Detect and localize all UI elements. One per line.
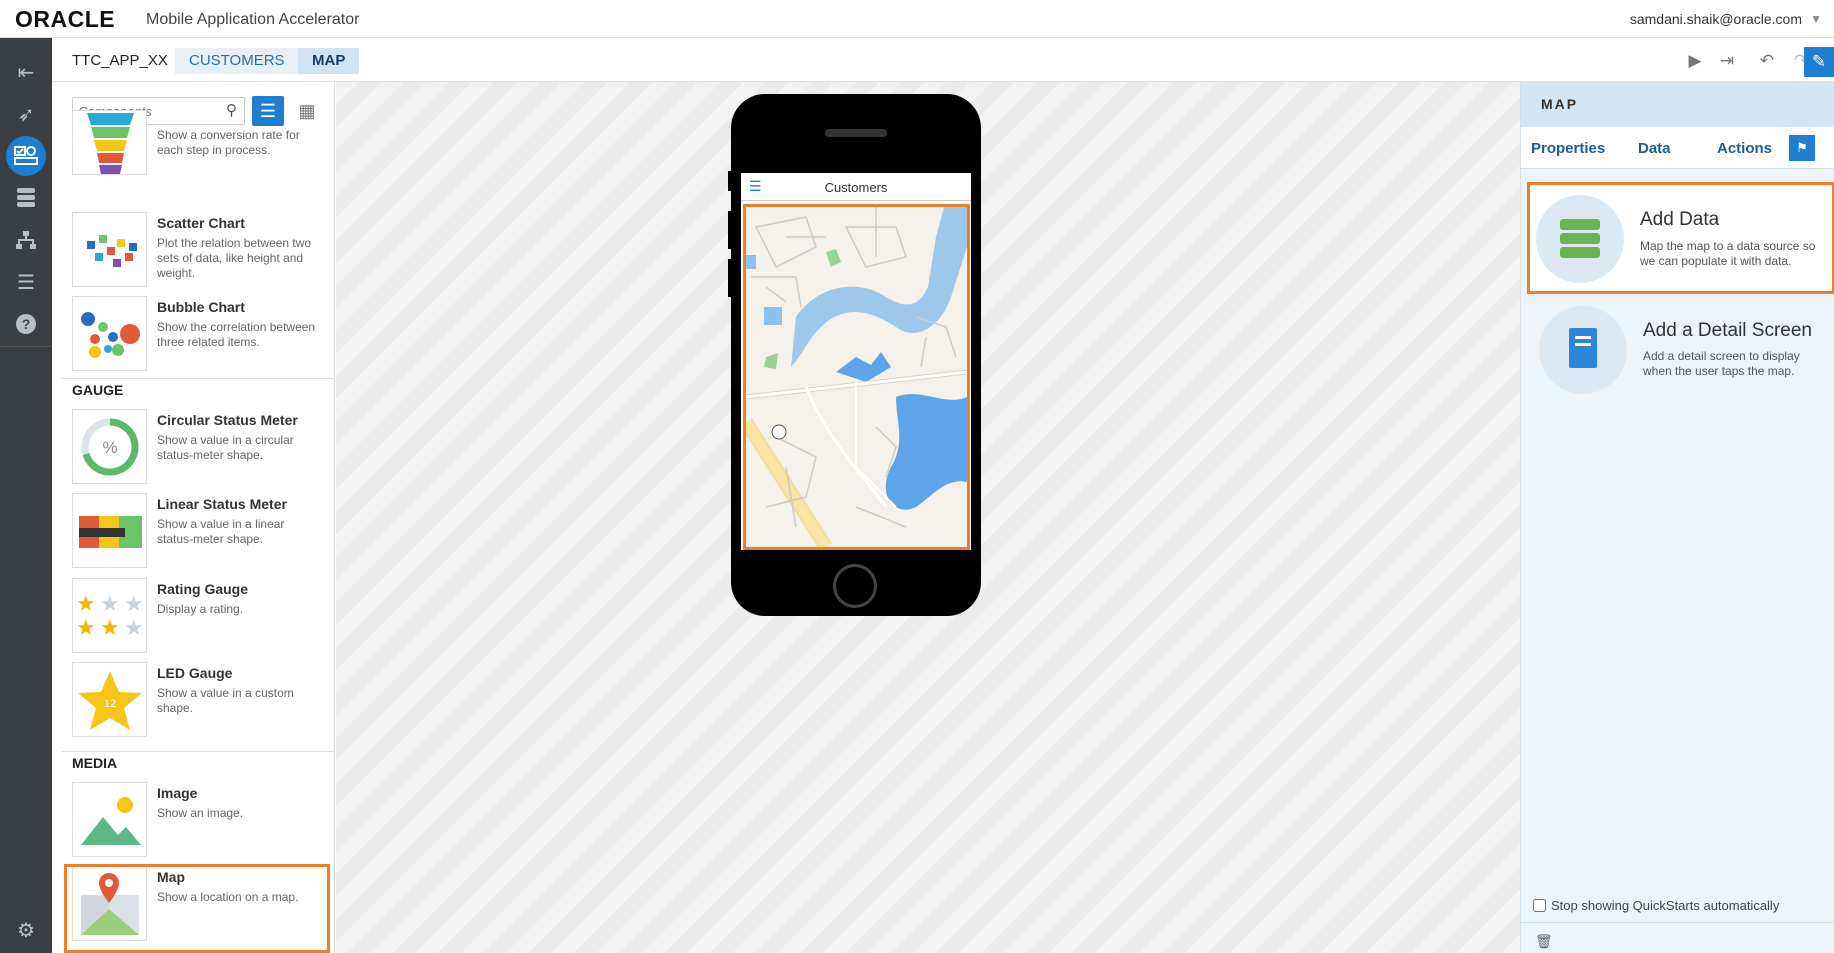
oracle-logo: ORACLE [15,6,116,32]
add-detail-title: Add a Detail Screen [1643,320,1812,341]
rail-divider [0,346,52,347]
chevron-down-icon[interactable]: ▼ [1810,12,1822,26]
add-data-title: Add Data [1640,209,1720,230]
component-title: Circular Status Meter [157,412,298,428]
rocket-icon[interactable]: ➶ [6,94,46,134]
database-icon[interactable] [6,178,46,218]
component-description: Plot the relation between two sets of da… [157,236,312,280]
quickstart-icon[interactable]: ⚑ [1789,135,1815,161]
svg-text:★: ★ [100,592,120,617]
svg-text:?: ? [22,316,31,332]
led-gauge-value: 12 [104,698,116,710]
component-description: Show a value in a linear status-meter sh… [157,517,285,546]
breadcrumb-app[interactable]: TTC_APP_XX [58,48,182,74]
search-icon[interactable]: ⚲ [226,101,237,119]
component-title: Bubble Chart [157,299,245,315]
component-title: Rating Gauge [157,581,249,597]
svg-text:★: ★ [124,616,144,641]
undo-icon[interactable]: ↶ [1756,50,1778,72]
component-title: Linear Status Meter [157,496,287,512]
design-canvas: ☰ Customers [336,82,1520,953]
phone-app-header: ☰ Customers [741,173,971,201]
led-gauge-thumbnail: 12 [72,662,147,737]
edit-button[interactable]: ✎ [1804,47,1834,77]
tab-data[interactable]: Data [1638,140,1671,157]
phone-side-button [728,171,732,191]
hierarchy-icon[interactable] [6,220,46,260]
rating-gauge-thumbnail: ★ ★ ★ ★ ★ ★ [72,578,147,653]
tab-properties[interactable]: Properties [1531,140,1605,157]
add-data-description: Map the map to a data source so we can p… [1640,239,1816,268]
funnel-thumbnail [72,110,147,175]
scatter-chart-thumbnail [72,212,147,287]
svg-text:★: ★ [76,616,96,641]
play-icon[interactable]: ▶ [1684,50,1706,72]
phone-side-button [728,211,732,249]
add-data-quickstart[interactable]: Add Data Map the map to a data source so… [1527,182,1834,294]
svg-text:★: ★ [76,592,96,617]
bubble-chart-thumbnail [72,296,147,371]
component-title: Scatter Chart [157,215,245,231]
list-icon[interactable]: ☰ [6,262,46,302]
component-description: Show a value in a circular status-meter … [157,433,294,462]
designer-icon[interactable] [6,136,46,176]
user-menu[interactable]: samdani.shaik@oracle.com [1630,11,1802,27]
image-thumbnail [72,782,147,857]
properties-panel: MAP Properties Data Actions ⚑ Add Data M… [1520,82,1834,953]
section-divider [62,751,334,752]
breadcrumb: TTC_APP_XX CUSTOMERS MAP ▶ ⇥ ↶ ↷ ✎ [52,38,1834,82]
component-title: Image [157,785,198,801]
breadcrumb-map[interactable]: MAP [298,48,360,74]
percent-glyph: % [102,438,117,457]
export-icon[interactable]: ⇥ [1716,50,1738,72]
grid-view-button[interactable]: ▦ [292,96,322,126]
panel-footer: 🗑 [1521,922,1834,953]
phone-speaker [825,129,887,137]
svg-text:★: ★ [100,616,120,641]
document-icon [1539,306,1627,394]
trash-icon[interactable]: 🗑 [1535,933,1553,950]
gear-icon[interactable]: ⚙ [6,910,46,950]
add-detail-screen-quickstart[interactable]: Add a Detail Screen Add a detail screen … [1527,292,1834,404]
tab-actions[interactable]: Actions [1717,140,1772,157]
stop-quickstarts-option[interactable]: Stop showing QuickStarts automatically [1533,898,1779,913]
component-description: Display a rating. [157,602,244,616]
component-description: Show a conversion rate for each step in … [157,128,300,157]
phone-preview: ☰ Customers [728,94,981,616]
linear-meter-thumbnail [72,493,147,568]
map-tiles [746,207,967,547]
breadcrumb-customers[interactable]: CUSTOMERS [175,48,299,74]
phone-side-button [728,259,732,297]
components-panel: ⚲ ☰ ▦ Show a conversion rate for each st… [52,82,335,953]
section-divider [62,378,334,379]
panel-title: MAP [1541,96,1579,112]
app-title: Mobile Application Accelerator [146,11,360,28]
phone-screen-title: Customers [824,180,888,195]
stop-quickstarts-checkbox[interactable] [1533,899,1546,912]
svg-text:★: ★ [124,592,144,617]
help-icon[interactable]: ? [6,304,46,344]
database-icon [1536,195,1624,283]
list-view-button[interactable]: ☰ [252,96,284,126]
section-media: MEDIA [72,755,118,771]
sign-out-icon[interactable]: ⇤ [6,52,46,92]
add-detail-description: Add a detail screen to display when the … [1643,349,1800,378]
component-title: LED Gauge [157,665,233,681]
stop-quickstarts-label: Stop showing QuickStarts automatically [1551,898,1780,913]
component-description: Show a value in a custom shape. [157,686,294,715]
component-description: Show an image. [157,806,244,820]
phone-home-button [833,564,877,608]
component-description: Show the correlation between three relat… [157,320,316,349]
section-gauge: GAUGE [72,382,124,398]
navigation-rail: ⇤ ➶ ☰ ? ⚙ [0,38,52,953]
top-bar: ORACLE Mobile Application Accelerator sa… [0,0,1834,38]
map-highlight-box [64,864,330,953]
circular-meter-thumbnail: % [72,409,147,484]
phone-screen: ☰ Customers [741,173,971,550]
properties-tabs: Properties Data Actions ⚑ [1521,127,1834,169]
properties-header: MAP [1521,82,1834,127]
map-component[interactable] [743,204,970,550]
